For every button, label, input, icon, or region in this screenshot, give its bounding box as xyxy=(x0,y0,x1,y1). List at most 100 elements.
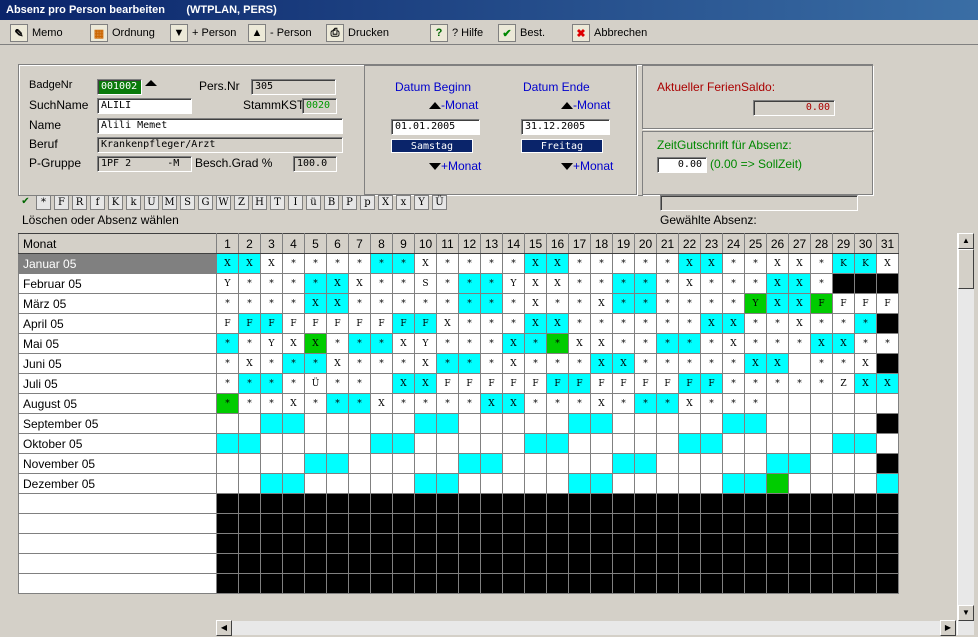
day-cell[interactable]: X xyxy=(612,353,635,374)
day-cell[interactable] xyxy=(722,413,745,434)
code-button[interactable]: ü xyxy=(306,195,321,210)
day-cell[interactable]: * xyxy=(436,273,459,294)
day-cell[interactable] xyxy=(414,433,437,454)
code-button[interactable]: U xyxy=(144,195,159,210)
day-cell[interactable] xyxy=(832,413,855,434)
day-cell[interactable]: * xyxy=(524,393,547,414)
scroll-right-icon[interactable]: ▶ xyxy=(940,620,956,636)
name-field[interactable]: Alili Memet xyxy=(97,118,343,134)
day-cell[interactable]: * xyxy=(634,293,657,314)
day-cell[interactable] xyxy=(282,433,305,454)
day-cell[interactable]: * xyxy=(326,253,349,274)
day-cell[interactable] xyxy=(810,393,833,414)
day-cell[interactable] xyxy=(634,453,657,474)
day-cell[interactable]: X xyxy=(502,333,525,354)
day-cell[interactable] xyxy=(304,473,327,494)
day-cell[interactable] xyxy=(744,473,767,494)
day-cell[interactable] xyxy=(502,433,525,454)
day-cell[interactable]: * xyxy=(216,333,239,354)
beginn-monat-minus[interactable]: -Monat xyxy=(429,98,478,112)
day-cell[interactable]: * xyxy=(282,373,305,394)
day-cell[interactable] xyxy=(392,453,415,474)
day-cell[interactable]: Y xyxy=(260,333,283,354)
day-cell[interactable]: * xyxy=(766,373,789,394)
vertical-scrollbar[interactable]: ▲ ▼ xyxy=(957,233,974,635)
day-cell[interactable]: * xyxy=(238,333,261,354)
day-cell[interactable] xyxy=(524,433,547,454)
day-cell[interactable]: * xyxy=(480,273,503,294)
day-cell[interactable]: X xyxy=(524,273,547,294)
day-cell[interactable]: X xyxy=(546,313,569,334)
day-cell[interactable] xyxy=(326,433,349,454)
day-cell[interactable]: X xyxy=(700,313,723,334)
day-cell[interactable] xyxy=(854,453,877,474)
day-cell[interactable]: F xyxy=(678,373,701,394)
code-button[interactable]: G xyxy=(198,195,213,210)
month-name[interactable]: Oktober 05 xyxy=(18,433,217,454)
day-cell[interactable]: * xyxy=(568,393,591,414)
day-cell[interactable] xyxy=(634,473,657,494)
day-cell[interactable] xyxy=(414,473,437,494)
day-cell[interactable]: K xyxy=(854,253,877,274)
day-cell[interactable]: X xyxy=(590,393,613,414)
day-cell[interactable] xyxy=(414,413,437,434)
day-cell[interactable]: Y xyxy=(744,293,767,314)
month-name[interactable]: Juni 05 xyxy=(18,353,217,374)
day-cell[interactable]: * xyxy=(326,373,349,394)
day-cell[interactable]: * xyxy=(612,313,635,334)
drucken-button[interactable]: ⎙ Drucken xyxy=(326,23,389,43)
month-name[interactable]: April 05 xyxy=(18,313,217,334)
day-cell[interactable]: * xyxy=(304,353,327,374)
day-cell[interactable] xyxy=(744,413,767,434)
day-cell[interactable]: X xyxy=(766,253,789,274)
day-cell[interactable]: * xyxy=(744,373,767,394)
day-cell[interactable] xyxy=(480,453,503,474)
day-cell[interactable]: F xyxy=(876,293,899,314)
day-cell[interactable] xyxy=(348,453,371,474)
day-cell[interactable] xyxy=(326,473,349,494)
day-cell[interactable] xyxy=(766,393,789,414)
day-cell[interactable] xyxy=(612,413,635,434)
horizontal-scrollbar[interactable]: ◀ ▶ xyxy=(216,620,957,636)
day-cell[interactable]: F xyxy=(458,373,481,394)
day-cell[interactable] xyxy=(700,473,723,494)
day-cell[interactable]: S xyxy=(414,273,437,294)
day-cell[interactable]: * xyxy=(348,393,371,414)
scroll-left-icon[interactable]: ◀ xyxy=(216,620,232,636)
day-cell[interactable]: * xyxy=(480,333,503,354)
day-cell[interactable] xyxy=(524,473,547,494)
day-cell[interactable]: * xyxy=(414,393,437,414)
day-cell[interactable] xyxy=(392,473,415,494)
day-cell[interactable] xyxy=(458,473,481,494)
day-cell[interactable]: * xyxy=(568,313,591,334)
day-cell[interactable]: * xyxy=(722,373,745,394)
day-cell[interactable]: X xyxy=(502,393,525,414)
day-cell[interactable] xyxy=(392,413,415,434)
day-cell[interactable]: F xyxy=(260,313,283,334)
day-cell[interactable]: * xyxy=(700,393,723,414)
day-cell[interactable]: X xyxy=(524,313,547,334)
day-cell[interactable]: * xyxy=(656,273,679,294)
day-cell[interactable]: * xyxy=(612,253,635,274)
hilfe-button[interactable]: ?? Hilfe xyxy=(430,23,483,43)
day-cell[interactable]: X xyxy=(590,293,613,314)
day-cell[interactable]: * xyxy=(722,273,745,294)
day-cell[interactable] xyxy=(480,413,503,434)
day-cell[interactable] xyxy=(502,473,525,494)
beginn-date-field[interactable]: 01.01.2005 xyxy=(391,119,480,135)
day-cell[interactable]: * xyxy=(700,273,723,294)
code-button[interactable]: p xyxy=(360,195,375,210)
day-cell[interactable]: * xyxy=(480,253,503,274)
day-cell[interactable]: * xyxy=(348,293,371,314)
day-cell[interactable]: * xyxy=(392,353,415,374)
day-cell[interactable]: K xyxy=(832,253,855,274)
day-cell[interactable] xyxy=(810,413,833,434)
day-cell[interactable]: X xyxy=(854,373,877,394)
ordnung-button[interactable]: ▦ Ordnung xyxy=(90,23,155,43)
day-cell[interactable]: X xyxy=(590,333,613,354)
day-cell[interactable] xyxy=(238,473,261,494)
day-cell[interactable] xyxy=(810,433,833,454)
day-cell[interactable]: * xyxy=(568,353,591,374)
day-cell[interactable]: * xyxy=(370,353,393,374)
day-cell[interactable] xyxy=(304,453,327,474)
